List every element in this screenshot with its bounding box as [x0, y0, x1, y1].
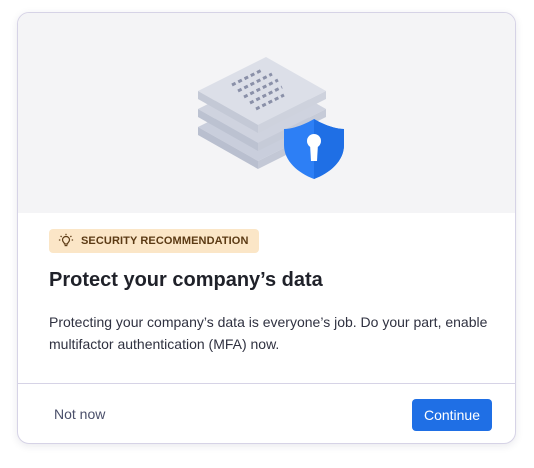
documents-shield-lock-icon [198, 57, 344, 179]
not-now-button[interactable]: Not now [42, 398, 117, 430]
dialog-description: Protecting your company’s data is everyo… [49, 314, 488, 352]
dialog-title: Protect your company’s data [49, 269, 323, 291]
dialog-content: SECURITY RECOMMENDATION Protect your com… [18, 213, 515, 383]
lightbulb-icon [58, 233, 74, 249]
badge-label: SECURITY RECOMMENDATION [81, 235, 249, 247]
security-recommendation-dialog: SECURITY RECOMMENDATION Protect your com… [17, 12, 516, 444]
continue-button[interactable]: Continue [411, 399, 492, 431]
security-recommendation-badge: SECURITY RECOMMENDATION [49, 229, 259, 253]
dialog-footer: Not now Continue [18, 383, 515, 443]
illustration-area [18, 13, 515, 213]
